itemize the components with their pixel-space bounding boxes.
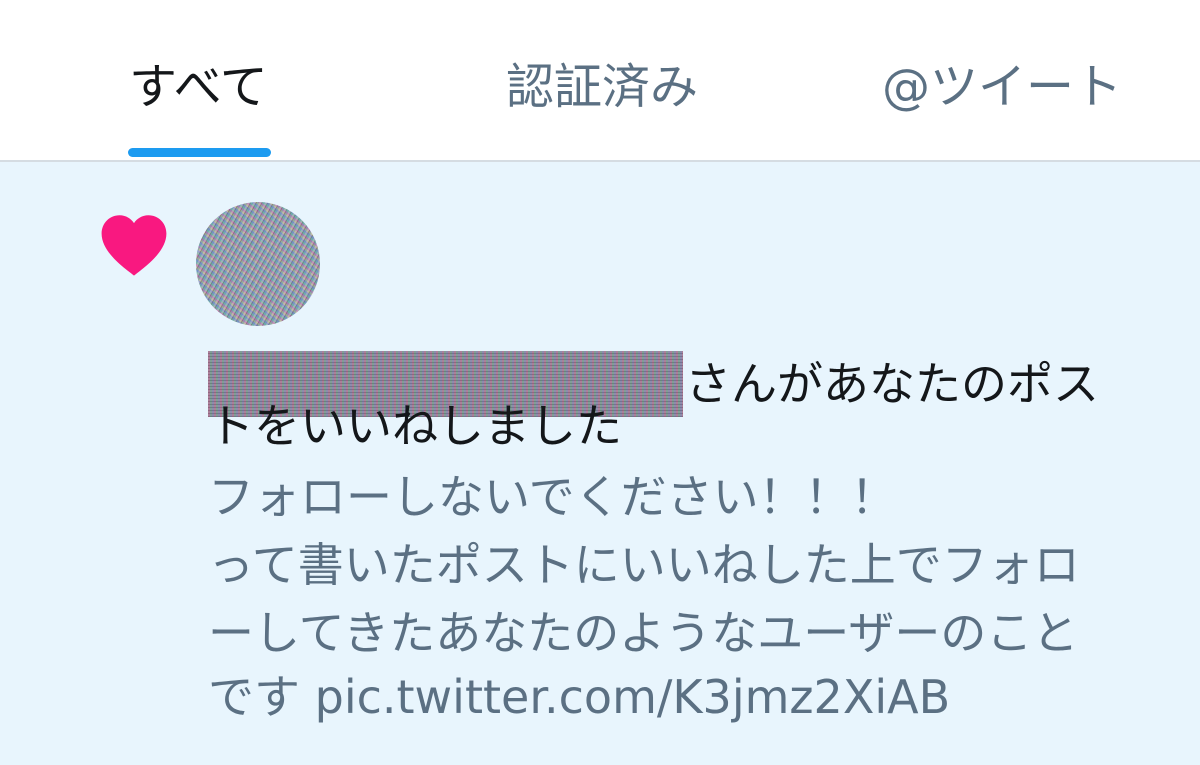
like-notification[interactable]: さんがあなたのポス トをいいねしました フォローしないでください！！！ って書い… — [0, 162, 1200, 765]
post-text-line-3: ーしてきたあなたのようなユーザーのこと — [208, 606, 1079, 660]
user-avatar[interactable] — [196, 202, 320, 326]
active-tab-indicator — [128, 148, 271, 157]
tab-verified[interactable]: 認証済み — [506, 52, 698, 122]
tab-mentions[interactable]: @ツイート — [882, 52, 1122, 122]
post-text-line-2: って書いたポストにいいねした上でフォロ — [208, 538, 1080, 592]
notification-tab-bar: すべて 認証済み @ツイート — [0, 0, 1200, 162]
heart-icon — [101, 215, 167, 276]
post-text-prefix: です — [208, 670, 315, 724]
post-image-link[interactable]: pic.twitter.com/K3jmz2XiAB — [315, 670, 951, 724]
tab-all[interactable]: すべて — [129, 52, 268, 122]
post-text-line-4: です pic.twitter.com/K3jmz2XiAB — [208, 669, 1128, 725]
post-text-line-1: フォローしないでください！！！ — [208, 470, 897, 524]
notification-action-text-part-2: トをいいねしました — [208, 399, 622, 453]
